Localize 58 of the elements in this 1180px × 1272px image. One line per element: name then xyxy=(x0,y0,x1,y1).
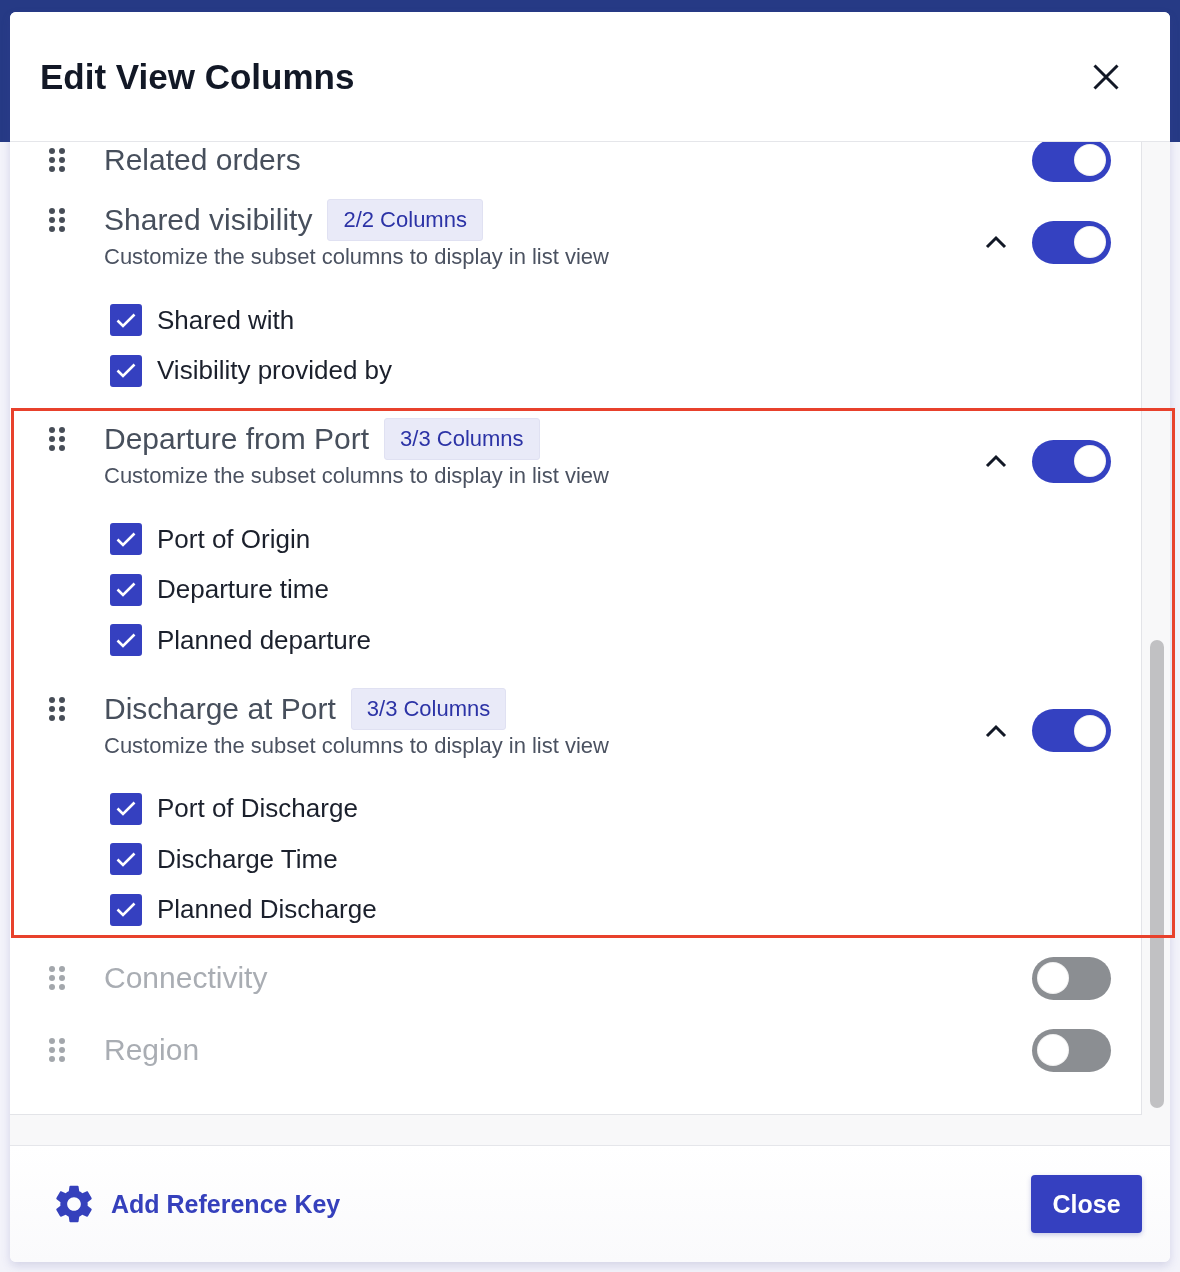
checkbox-label: Departure time xyxy=(157,574,329,606)
toggle-switch[interactable] xyxy=(1032,709,1111,752)
group-title: Discharge at Port xyxy=(104,692,336,725)
scrollbar-thumb[interactable] xyxy=(1150,640,1164,1108)
checkbox[interactable] xyxy=(110,304,142,337)
check-icon xyxy=(116,312,136,328)
checkbox-label: Shared with xyxy=(157,304,295,336)
close-button[interactable] xyxy=(1093,63,1119,90)
toggle-switch[interactable] xyxy=(1032,142,1111,182)
dialog-title: Edit View Columns xyxy=(40,56,355,97)
check-icon xyxy=(116,801,136,817)
drag-handle-icon[interactable] xyxy=(49,1038,65,1062)
gear-icon xyxy=(56,1185,92,1223)
checkbox[interactable] xyxy=(110,843,142,876)
drag-handle-icon[interactable] xyxy=(49,208,65,232)
group-title: Departure from Port xyxy=(104,423,370,455)
toggle-switch[interactable] xyxy=(1032,956,1111,1000)
group-title: Connectivity xyxy=(104,962,268,994)
check-icon xyxy=(116,582,136,598)
chevron-up-icon[interactable] xyxy=(985,454,1007,468)
check-icon xyxy=(116,363,136,379)
check-icon xyxy=(116,851,136,867)
group-description: Customize the subset columns to display in list view xyxy=(104,244,609,270)
group-description: Customize the subset columns to display in list view xyxy=(104,732,609,759)
group-description: Customize the subset columns to display in list view xyxy=(104,463,609,489)
count-badge: 2/2 Columns xyxy=(327,199,483,241)
count-badge: 3/3 Columns xyxy=(350,687,507,730)
drag-handle-icon[interactable] xyxy=(49,148,65,172)
checkbox-label: Discharge Time xyxy=(157,843,338,875)
group-title: Shared visibility xyxy=(104,204,313,236)
group-title: Region xyxy=(104,1034,200,1066)
check-icon xyxy=(116,902,136,918)
checkbox[interactable] xyxy=(110,792,142,825)
drag-handle-icon[interactable] xyxy=(49,966,65,990)
checkbox-label: Port of Discharge xyxy=(157,793,358,825)
toggle-switch[interactable] xyxy=(1032,1028,1111,1072)
checkbox-label: Visibility provided by xyxy=(157,355,393,387)
toggle-switch[interactable] xyxy=(1032,439,1111,483)
check-icon xyxy=(116,632,136,648)
toggle-switch[interactable] xyxy=(1032,220,1111,264)
drag-handle-icon[interactable] xyxy=(49,427,65,451)
checkbox[interactable] xyxy=(110,893,142,926)
checkbox-label: Port of Origin xyxy=(157,523,311,555)
checkbox[interactable] xyxy=(110,523,142,556)
close-button[interactable]: Close xyxy=(1031,1175,1142,1233)
checkbox[interactable] xyxy=(110,573,142,606)
chevron-up-icon[interactable] xyxy=(985,235,1007,249)
drag-handle-icon[interactable] xyxy=(49,696,65,721)
checkbox-label: Planned departure xyxy=(157,624,371,656)
count-badge: 3/3 Columns xyxy=(384,418,540,460)
checkbox[interactable] xyxy=(110,354,142,387)
group-title: Related orders xyxy=(104,144,301,176)
check-icon xyxy=(116,531,136,547)
chevron-up-icon[interactable] xyxy=(985,723,1007,738)
close-icon xyxy=(1093,63,1119,90)
add-reference-key-link[interactable]: Add Reference Key xyxy=(56,1185,341,1223)
checkbox[interactable] xyxy=(110,624,142,657)
checkbox-label: Planned Discharge xyxy=(157,894,377,926)
